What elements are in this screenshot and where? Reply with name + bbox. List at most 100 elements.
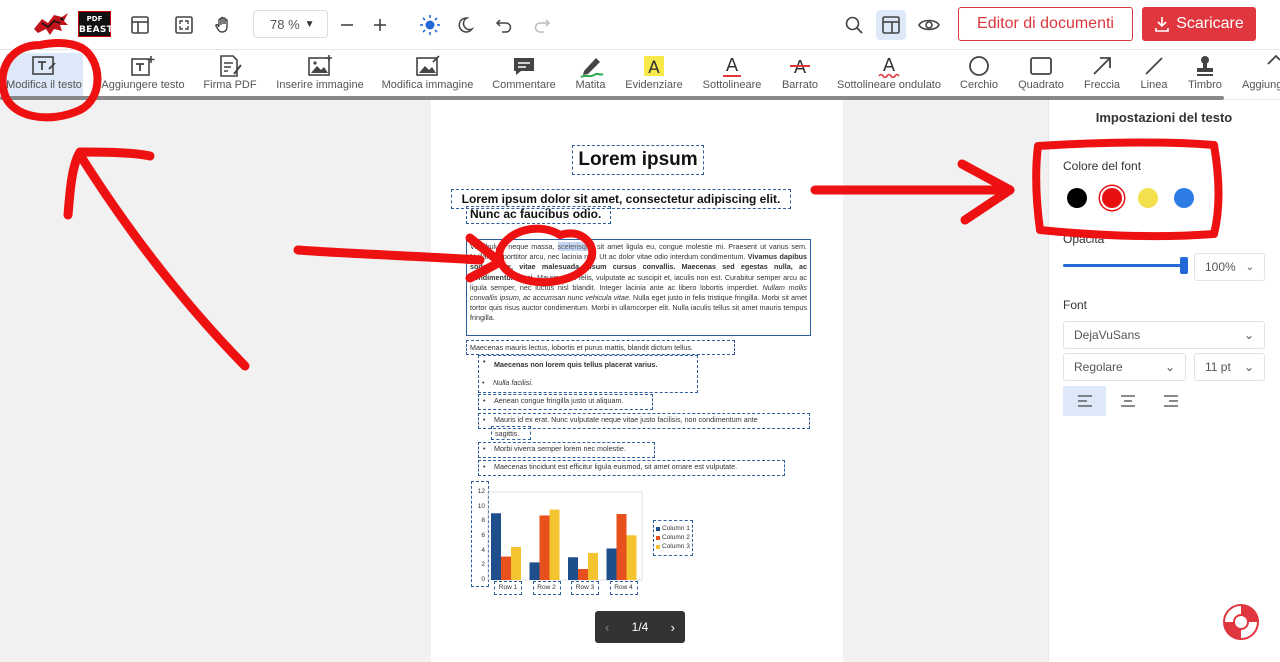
preview-eye-icon[interactable]: [916, 12, 942, 38]
fullscreen-icon[interactable]: [171, 12, 197, 38]
color-swatch-black[interactable]: [1067, 188, 1087, 208]
doc-line[interactable]: Maecenas mauris lectus, lobortis et puru…: [466, 340, 735, 355]
next-page-icon[interactable]: ›: [671, 620, 675, 635]
chart-bar: [491, 513, 501, 580]
top-bar: PDF BEAST 78 % ▼ Editor di documenti Sca…: [0, 0, 1280, 50]
comment-icon: [512, 53, 536, 79]
align-right-icon: [1163, 395, 1178, 407]
circle-icon: [967, 53, 991, 79]
light-mode-icon[interactable]: [417, 12, 443, 38]
color-swatch-red[interactable]: [1102, 188, 1122, 208]
download-label: Scaricare: [1176, 15, 1244, 32]
tool-line[interactable]: Linea: [1137, 53, 1171, 97]
x-tick-label[interactable]: Row 4: [609, 581, 638, 595]
doc-paragraph[interactable]: Vestibulum neque massa, scelerisque sit …: [466, 239, 811, 336]
tool-pencil[interactable]: Matita: [573, 53, 608, 97]
opacity-slider-thumb[interactable]: [1180, 257, 1188, 274]
tool-add-text[interactable]: Aggiungere testo: [101, 53, 185, 97]
tool-sign-pdf[interactable]: Firma PDF: [200, 53, 260, 97]
tool-insert-image[interactable]: Inserire immagine: [275, 53, 365, 97]
align-left-button[interactable]: [1063, 386, 1106, 416]
tool-square[interactable]: Quadrato: [1017, 53, 1065, 97]
chart-bar: [616, 514, 627, 580]
tool-wavy-underline[interactable]: A Sottolineare ondulato: [837, 53, 941, 97]
page-indicator[interactable]: 1/4: [632, 620, 649, 634]
chart-bar: [511, 547, 521, 580]
doc-title[interactable]: Lorem ipsum: [572, 145, 704, 175]
redo-icon[interactable]: [529, 12, 555, 38]
tool-label: Modifica il testo: [6, 79, 82, 91]
tool-circle[interactable]: Cerchio: [958, 53, 1000, 97]
layout-icon[interactable]: [127, 12, 153, 38]
tool-underline[interactable]: A Sottolineare: [701, 53, 763, 97]
y-tick-label: 12: [477, 488, 485, 495]
y-tick-label: 4: [481, 546, 485, 554]
color-swatch-yellow[interactable]: [1138, 188, 1158, 208]
help-lifebuoy-icon[interactable]: [1221, 602, 1261, 642]
list-item-continuation[interactable]: sagittis.: [491, 426, 531, 440]
list-item[interactable]: Nulla facilisi.: [478, 377, 578, 390]
undo-icon[interactable]: [491, 12, 517, 38]
y-tick-label: 6: [481, 532, 485, 539]
list-item[interactable]: Morbi viverra semper lorem nec molestie.: [478, 442, 655, 458]
panel-layout-icon[interactable]: [876, 10, 906, 40]
tool-label: Aggiungere testo: [101, 79, 185, 91]
download-button[interactable]: Scaricare: [1142, 7, 1256, 41]
y-tick-label: 8: [481, 517, 485, 525]
text-align-group: [1063, 386, 1193, 416]
align-right-button[interactable]: [1149, 386, 1192, 416]
list-item[interactable]: Aenean congue fringilla justo ut aliquam…: [478, 394, 653, 410]
list-item[interactable]: Maecenas tincidunt est efficitur ligula …: [478, 460, 785, 476]
tool-add-more[interactable]: Aggiung: [1238, 53, 1280, 97]
zoom-select[interactable]: 78 % ▼: [253, 10, 328, 38]
font-size-select[interactable]: 11 pt ⌄: [1194, 353, 1265, 381]
doc-subtitle-2[interactable]: Nunc ac faucibus odio.: [466, 206, 611, 224]
tool-comment[interactable]: Commentare: [491, 53, 557, 97]
opacity-select[interactable]: 100% ⌄: [1194, 253, 1265, 281]
search-icon[interactable]: [841, 12, 867, 38]
tool-label: Matita: [575, 79, 606, 91]
document-editor-button[interactable]: Editor di documenti: [958, 7, 1133, 41]
line-icon: [1142, 53, 1166, 79]
selected-word[interactable]: scelerisque: [557, 242, 594, 251]
tool-stamp[interactable]: Timbro: [1184, 53, 1226, 97]
bar-chart[interactable]: [486, 488, 648, 584]
tool-arrow[interactable]: Freccia: [1082, 53, 1122, 97]
list-item-text: Nulla facilisi.: [493, 378, 533, 387]
app-logo[interactable]: PDF BEAST: [32, 9, 113, 39]
legend-entry: Column 1: [656, 524, 690, 533]
chevron-down-icon: ⌄: [1243, 360, 1254, 374]
x-tick-label[interactable]: Row 2: [532, 581, 561, 595]
color-swatch-blue[interactable]: [1174, 188, 1194, 208]
tool-strikethrough[interactable]: A Barrato: [780, 53, 820, 97]
chart-bar: [626, 535, 637, 580]
svg-text:A: A: [648, 58, 660, 78]
align-center-button[interactable]: [1106, 386, 1149, 416]
opacity-slider-track[interactable]: [1063, 264, 1185, 267]
font-family-select[interactable]: DejaVuSans ⌄: [1063, 321, 1265, 349]
list-item-text: Maecenas tincidunt est efficitur ligula …: [494, 462, 738, 471]
legend-label: Column 3: [662, 543, 690, 550]
chart-legend[interactable]: Column 1 Column 2 Column 3: [653, 520, 693, 556]
legend-swatch: [656, 526, 660, 531]
legend-label: Column 1: [662, 525, 690, 532]
tool-highlight[interactable]: A Evidenziare: [624, 53, 684, 97]
tool-edit-text[interactable]: Modifica il testo: [5, 53, 83, 97]
hand-pan-icon[interactable]: [210, 12, 236, 38]
list-item-text: Maecenas non lorem quis tellus placerat …: [494, 360, 658, 369]
zoom-out-icon[interactable]: [334, 12, 360, 38]
x-tick-label[interactable]: Row 1: [494, 581, 522, 595]
font-style-select[interactable]: Regolare ⌄: [1063, 353, 1186, 381]
x-tick-label[interactable]: Row 3: [571, 581, 599, 595]
tool-edit-image[interactable]: Modifica immagine: [381, 53, 474, 97]
edit-text-icon: [31, 53, 57, 79]
text-settings-panel: [1048, 100, 1280, 662]
wavy-underline-icon: A: [876, 53, 902, 79]
chart-bar: [529, 562, 540, 580]
prev-page-icon[interactable]: ‹: [605, 620, 609, 635]
legend-entry: Column 2: [656, 533, 690, 542]
zoom-in-icon[interactable]: [367, 12, 393, 38]
chevron-down-icon: ⌄: [1243, 328, 1254, 342]
tool-label: Timbro: [1188, 79, 1222, 91]
dark-mode-icon[interactable]: [452, 12, 478, 38]
